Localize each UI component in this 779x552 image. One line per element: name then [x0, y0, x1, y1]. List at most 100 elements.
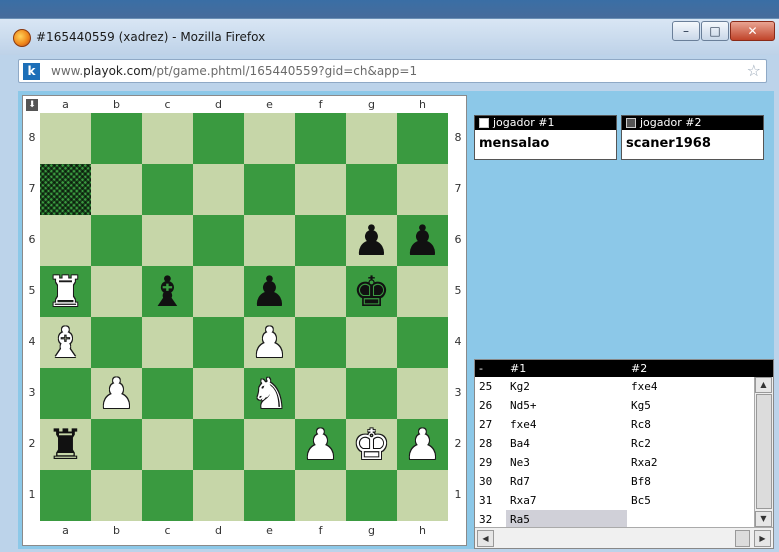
minimize-button[interactable]: – — [672, 21, 700, 41]
bookmark-star-icon[interactable]: ☆ — [747, 61, 761, 80]
square-b4[interactable] — [91, 317, 142, 368]
square-d6[interactable] — [193, 215, 244, 266]
square-h2[interactable]: ♟ — [397, 419, 448, 470]
square-f2[interactable]: ♟ — [295, 419, 346, 470]
square-g3[interactable] — [346, 368, 397, 419]
square-c7[interactable] — [142, 164, 193, 215]
square-a3[interactable] — [40, 368, 91, 419]
square-e8[interactable] — [244, 113, 295, 164]
square-e5[interactable]: ♟ — [244, 266, 295, 317]
square-a5[interactable]: ♜ — [40, 266, 91, 317]
square-h5[interactable] — [397, 266, 448, 317]
black-move[interactable] — [627, 510, 755, 527]
white-move[interactable]: Rd7 — [506, 472, 627, 491]
address-bar[interactable]: k www.playok.com/pt/game.phtml/165440559… — [18, 59, 767, 83]
vscroll-thumb[interactable] — [756, 394, 772, 509]
square-a6[interactable] — [40, 215, 91, 266]
square-e6[interactable] — [244, 215, 295, 266]
square-g1[interactable] — [346, 470, 397, 521]
square-e1[interactable] — [244, 470, 295, 521]
scroll-up-arrow-icon[interactable]: ▲ — [755, 377, 772, 393]
square-b1[interactable] — [91, 470, 142, 521]
white-rook-icon[interactable]: ♜ — [47, 266, 85, 317]
square-c4[interactable] — [142, 317, 193, 368]
square-a4[interactable]: ♝ — [40, 317, 91, 368]
square-a1[interactable] — [40, 470, 91, 521]
square-g8[interactable] — [346, 113, 397, 164]
square-h8[interactable] — [397, 113, 448, 164]
square-b7[interactable] — [91, 164, 142, 215]
square-f1[interactable] — [295, 470, 346, 521]
square-b6[interactable] — [91, 215, 142, 266]
scroll-down-arrow-icon[interactable]: ▼ — [755, 511, 772, 527]
square-d8[interactable] — [193, 113, 244, 164]
black-move[interactable]: Rc2 — [627, 434, 755, 453]
black-move[interactable]: Bc5 — [627, 491, 755, 510]
square-f7[interactable] — [295, 164, 346, 215]
white-pawn-icon[interactable]: ♟ — [98, 368, 136, 419]
square-b2[interactable] — [91, 419, 142, 470]
black-move[interactable]: Rc8 — [627, 415, 755, 434]
black-pawn-icon[interactable]: ♟ — [404, 215, 442, 266]
square-c8[interactable] — [142, 113, 193, 164]
white-move[interactable]: Nd5+ — [506, 396, 627, 415]
square-a8[interactable] — [40, 113, 91, 164]
maximize-button[interactable]: □ — [701, 21, 729, 41]
square-c6[interactable] — [142, 215, 193, 266]
square-f4[interactable] — [295, 317, 346, 368]
black-king-icon[interactable]: ♚ — [353, 266, 391, 317]
square-c3[interactable] — [142, 368, 193, 419]
square-c5[interactable]: ♝ — [142, 266, 193, 317]
square-f8[interactable] — [295, 113, 346, 164]
white-move[interactable]: Ra5 — [506, 510, 627, 527]
square-d7[interactable] — [193, 164, 244, 215]
white-move[interactable]: Ba4 — [506, 434, 627, 453]
white-pawn-icon[interactable]: ♟ — [302, 419, 340, 470]
black-move[interactable]: fxe4 — [627, 377, 755, 396]
square-g7[interactable] — [346, 164, 397, 215]
black-bishop-icon[interactable]: ♝ — [149, 266, 187, 317]
square-b5[interactable] — [91, 266, 142, 317]
black-pawn-icon[interactable]: ♟ — [251, 266, 289, 317]
square-h7[interactable] — [397, 164, 448, 215]
black-rook-icon[interactable]: ♜ — [47, 419, 85, 470]
square-e2[interactable] — [244, 419, 295, 470]
white-pawn-icon[interactable]: ♟ — [251, 317, 289, 368]
square-f5[interactable] — [295, 266, 346, 317]
white-knight-icon[interactable]: ♞ — [251, 368, 289, 419]
square-e3[interactable]: ♞ — [244, 368, 295, 419]
flip-board-icon[interactable]: ⬇ — [26, 99, 38, 111]
move-list-vscrollbar[interactable]: ▲ ▼ — [754, 377, 773, 527]
white-move[interactable]: fxe4 — [506, 415, 627, 434]
black-move[interactable]: Bf8 — [627, 472, 755, 491]
square-b8[interactable] — [91, 113, 142, 164]
move-list-hscrollbar[interactable]: ◀ ▶ — [475, 527, 773, 548]
square-d2[interactable] — [193, 419, 244, 470]
square-f6[interactable] — [295, 215, 346, 266]
scroll-right-arrow-icon[interactable]: ▶ — [754, 530, 771, 547]
square-d3[interactable] — [193, 368, 244, 419]
square-b3[interactable]: ♟ — [91, 368, 142, 419]
hscroll-thumb[interactable] — [735, 530, 750, 547]
white-bishop-icon[interactable]: ♝ — [47, 317, 85, 368]
square-d1[interactable] — [193, 470, 244, 521]
scroll-left-arrow-icon[interactable]: ◀ — [477, 530, 494, 547]
black-move[interactable]: Rxa2 — [627, 453, 755, 472]
square-e4[interactable]: ♟ — [244, 317, 295, 368]
square-h6[interactable]: ♟ — [397, 215, 448, 266]
square-e7[interactable] — [244, 164, 295, 215]
square-g4[interactable] — [346, 317, 397, 368]
close-button[interactable]: ✕ — [730, 21, 775, 41]
black-move[interactable]: Kg5 — [627, 396, 755, 415]
square-a2[interactable]: ♜ — [40, 419, 91, 470]
square-g6[interactable]: ♟ — [346, 215, 397, 266]
square-h3[interactable] — [397, 368, 448, 419]
white-pawn-icon[interactable]: ♟ — [404, 419, 442, 470]
url-text[interactable]: www.playok.com/pt/game.phtml/165440559?g… — [51, 64, 417, 78]
white-move[interactable]: Rxa7 — [506, 491, 627, 510]
square-h4[interactable] — [397, 317, 448, 368]
white-king-icon[interactable]: ♚ — [353, 419, 391, 470]
square-c1[interactable] — [142, 470, 193, 521]
square-f3[interactable] — [295, 368, 346, 419]
square-h1[interactable] — [397, 470, 448, 521]
